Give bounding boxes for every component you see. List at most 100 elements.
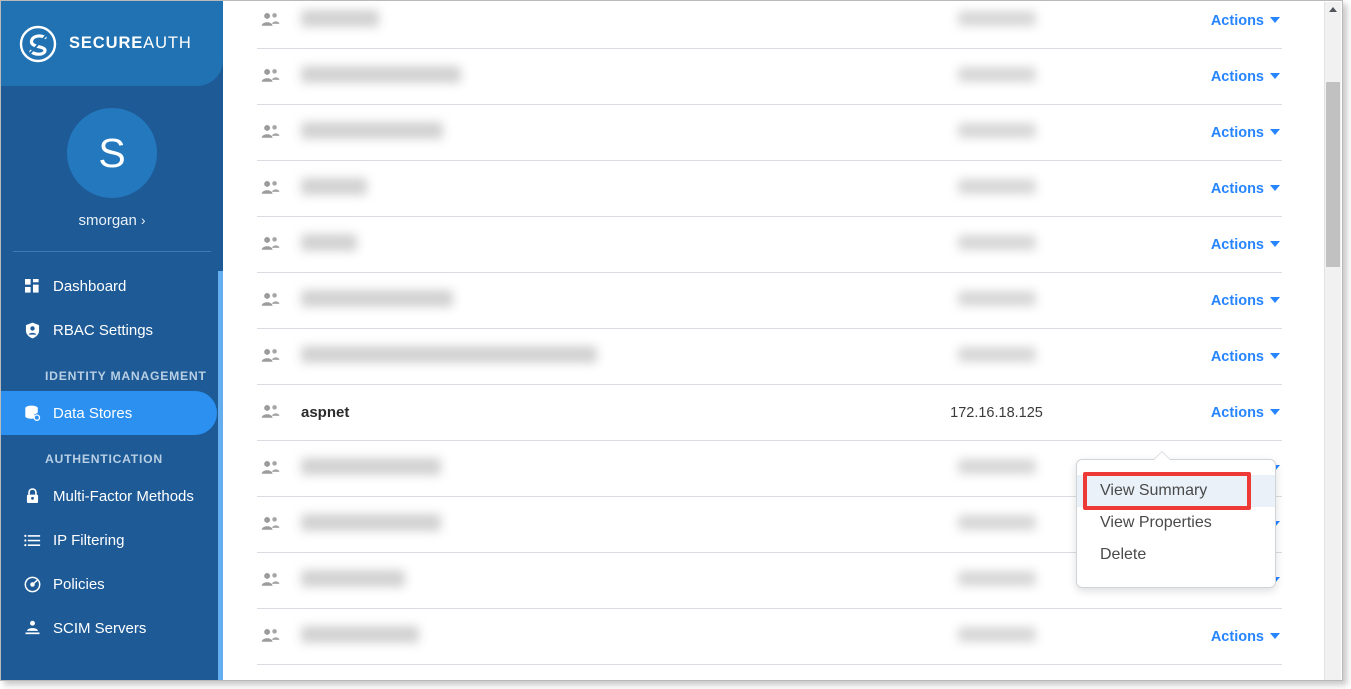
actions-label: Actions (1210, 12, 1264, 29)
actions-dropdown-button[interactable]: Actions (1144, 13, 1282, 29)
policy-target-icon (22, 574, 42, 594)
row-name-cell (301, 626, 849, 647)
chevron-down-icon (1270, 72, 1280, 79)
actions-dropdown-button[interactable]: Actions (1144, 293, 1282, 309)
redacted-ip (957, 347, 1036, 362)
sidebar-item-data-stores[interactable]: Data Stores (1, 391, 217, 435)
users-group-icon (257, 348, 301, 365)
users-group-icon (257, 68, 301, 85)
actions-dropdown-button[interactable]: Actions (1144, 349, 1282, 365)
actions-dropdown-button[interactable]: Actions (1144, 125, 1282, 141)
actions-dropdown-button[interactable]: Actions (1144, 405, 1282, 421)
actions-dropdown-button[interactable]: Actions (1144, 237, 1282, 253)
users-group-icon (257, 404, 301, 421)
table-row[interactable]: Actions (257, 329, 1282, 385)
sidebar-item-multi-factor-methods[interactable]: Multi-Factor Methods (1, 474, 223, 518)
table-row[interactable]: aspnet 172.16.18.125 Actions (257, 385, 1282, 441)
browser-scrollbar[interactable] (1324, 2, 1341, 680)
sidebar-section-authentication: AUTHENTICATION (45, 452, 163, 466)
brand-name: SECUREAUTH (69, 34, 192, 53)
sidebar-item-ip-filtering[interactable]: IP Filtering (1, 518, 223, 562)
actions-dropdown-button[interactable]: Actions (1144, 629, 1282, 645)
redacted-ip (957, 571, 1036, 586)
table-row[interactable]: Actions (257, 49, 1282, 105)
sidebar-brand-header[interactable]: SECUREAUTH (1, 1, 223, 86)
actions-context-menu: View Summary View Properties Delete (1076, 451, 1276, 588)
users-group-icon (257, 516, 301, 533)
row-name-cell: aspnet (301, 404, 350, 421)
table-row[interactable]: Actions (257, 1, 1282, 49)
row-name-cell (301, 122, 849, 143)
redacted-name (301, 234, 357, 251)
redacted-name (301, 626, 419, 643)
sidebar-user-block[interactable]: S smorgan › (1, 86, 223, 229)
actions-label: Actions (1210, 236, 1264, 253)
actions-label: Actions (1210, 68, 1264, 85)
sidebar-item-scim-servers[interactable]: SCIM Servers (1, 606, 223, 650)
row-name-cell (301, 514, 849, 535)
table-row[interactable]: Actions (257, 105, 1282, 161)
actions-label: Actions (1210, 628, 1264, 645)
row-ip-cell (849, 11, 1144, 30)
redacted-name (301, 346, 597, 363)
chevron-right-icon: › (140, 212, 146, 228)
table-row[interactable]: Actions (257, 217, 1282, 273)
row-name-cell (301, 290, 849, 311)
row-ip-cell: 172.16.18.125 (950, 404, 1043, 421)
actions-label: Actions (1210, 348, 1264, 365)
redacted-ip (957, 11, 1036, 26)
row-ip-cell (849, 347, 1144, 366)
sidebar-item-policies[interactable]: Policies (1, 562, 223, 606)
sidebar-item-dashboard[interactable]: Dashboard (1, 264, 223, 308)
redacted-ip (957, 459, 1036, 474)
sidebar-nav: Dashboard RBAC Settings IDENTITY MANAGEM… (1, 264, 223, 650)
shield-user-icon (22, 320, 42, 340)
actions-dropdown-button[interactable]: Actions (1144, 181, 1282, 197)
dashboard-grid-icon (22, 276, 42, 296)
menu-item-view-properties[interactable]: View Properties (1077, 507, 1275, 539)
sidebar-item-label: Policies (53, 575, 105, 593)
row-name-cell (301, 458, 849, 479)
users-group-icon (257, 628, 301, 645)
app-root: SECUREAUTH S smorgan › Dashboard RBAC Se… (0, 0, 1351, 689)
database-icon (22, 403, 42, 423)
row-ip-cell (849, 235, 1144, 254)
redacted-ip (957, 179, 1036, 194)
avatar: S (67, 108, 157, 198)
row-name-cell (301, 66, 849, 87)
row-ip-cell (849, 627, 1144, 646)
row-ip-cell (849, 123, 1144, 142)
users-group-icon (257, 12, 301, 29)
menu-caret-inner-icon (1154, 452, 1170, 460)
scrollbar-thumb[interactable] (1326, 82, 1340, 267)
redacted-name (301, 66, 461, 83)
sidebar-section-identity-management: IDENTITY MANAGEMENT (45, 369, 207, 383)
menu-item-delete[interactable]: Delete (1077, 539, 1275, 571)
redacted-name (301, 178, 367, 195)
user-name-label: smorgan (78, 212, 137, 229)
chevron-down-icon (1270, 128, 1280, 135)
redacted-name (301, 570, 405, 587)
table-row[interactable]: Actions (257, 161, 1282, 217)
redacted-ip (957, 123, 1036, 138)
table-row[interactable]: Actions (257, 273, 1282, 329)
sidebar-item-rbac-settings[interactable]: RBAC Settings (1, 308, 223, 352)
sidebar-divider (13, 251, 211, 252)
actions-dropdown-button[interactable]: Actions (1144, 69, 1282, 85)
redacted-name (301, 514, 441, 531)
scroll-up-arrow-icon[interactable] (1329, 7, 1337, 12)
menu-item-view-summary[interactable]: View Summary (1077, 475, 1275, 507)
sidebar-item-label: SCIM Servers (53, 619, 147, 637)
server-person-icon (22, 618, 42, 638)
actions-label: Actions (1210, 404, 1264, 421)
redacted-ip (957, 67, 1036, 82)
lock-icon (22, 486, 42, 506)
row-ip-cell (849, 67, 1144, 86)
chevron-down-icon (1270, 240, 1280, 247)
table-row[interactable]: Actions (257, 609, 1282, 665)
actions-label: Actions (1210, 180, 1264, 197)
sidebar: SECUREAUTH S smorgan › Dashboard RBAC Se… (1, 1, 223, 680)
users-group-icon (257, 460, 301, 477)
user-name[interactable]: smorgan › (1, 212, 223, 229)
brand-name-light: AUTH (143, 34, 192, 52)
